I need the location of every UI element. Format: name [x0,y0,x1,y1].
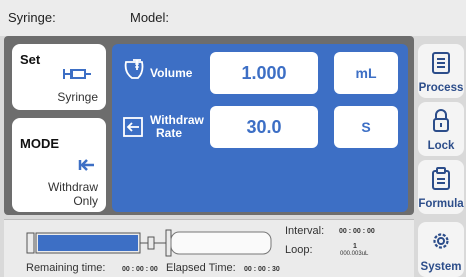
lock-label: Lock [427,140,455,152]
set-syringe-button[interactable]: Set Syringe [12,44,106,110]
process-label: Process [418,82,464,94]
volume-value-field[interactable]: 1.000 [210,52,318,94]
withdraw-arrow-icon [78,158,96,177]
formula-label: Formula [418,198,464,210]
remaining-time-value: 00 : 00 : 00 [122,266,158,273]
mode-subtitle-line2: Only [73,194,98,208]
volume-label: Volume [150,66,193,80]
withdraw-rate-unit-selector[interactable]: S [334,106,398,148]
set-subtitle: Syringe [57,90,98,104]
process-icon [431,51,451,80]
volume-unit-selector[interactable]: mL [334,52,398,94]
parameter-panel: Volume 1.000 mL Withdraw Rate 30.0 S [112,44,408,212]
set-title: Set [20,52,41,67]
interval-label: Interval: [285,225,325,237]
mode-button[interactable]: MODE Withdraw Only [12,118,106,212]
syringe-progress-graphic [26,228,276,263]
withdraw-rate-value-field[interactable]: 30.0 [210,106,318,148]
lock-button[interactable]: Lock [418,102,464,156]
lock-icon [431,109,451,138]
elapsed-time-value: 00 : 00 : 30 [244,266,280,273]
syringe-label: Syringe: [8,10,56,25]
syringe-icon [62,66,92,87]
top-bar: Syringe: Model: [0,0,466,36]
remaining-time-label: Remaining time: [26,262,106,274]
system-button[interactable]: System [418,222,464,277]
status-panel: Interval: 00 : 00 : 00 Loop: 1 000.003uL… [4,219,414,277]
mode-subtitle-line1: Withdraw [47,180,98,194]
interval-value: 00 : 00 : 00 [339,228,375,235]
clipboard-icon [431,167,451,196]
loop-volume: 000.003uL [340,251,369,257]
process-button[interactable]: Process [418,44,464,98]
formula-button[interactable]: Formula [418,160,464,214]
mode-title: MODE [20,136,59,151]
system-label: System [420,261,462,273]
loop-label: Loop: [285,244,313,256]
elapsed-time-label: Elapsed Time: [166,262,236,274]
withdraw-rate-label-line2: Rate [156,126,183,140]
loop-value: 1 [353,243,357,250]
withdraw-rate-icon [122,116,144,143]
gear-icon [431,230,451,257]
model-label: Model: [130,10,170,25]
beaker-icon [122,58,146,85]
